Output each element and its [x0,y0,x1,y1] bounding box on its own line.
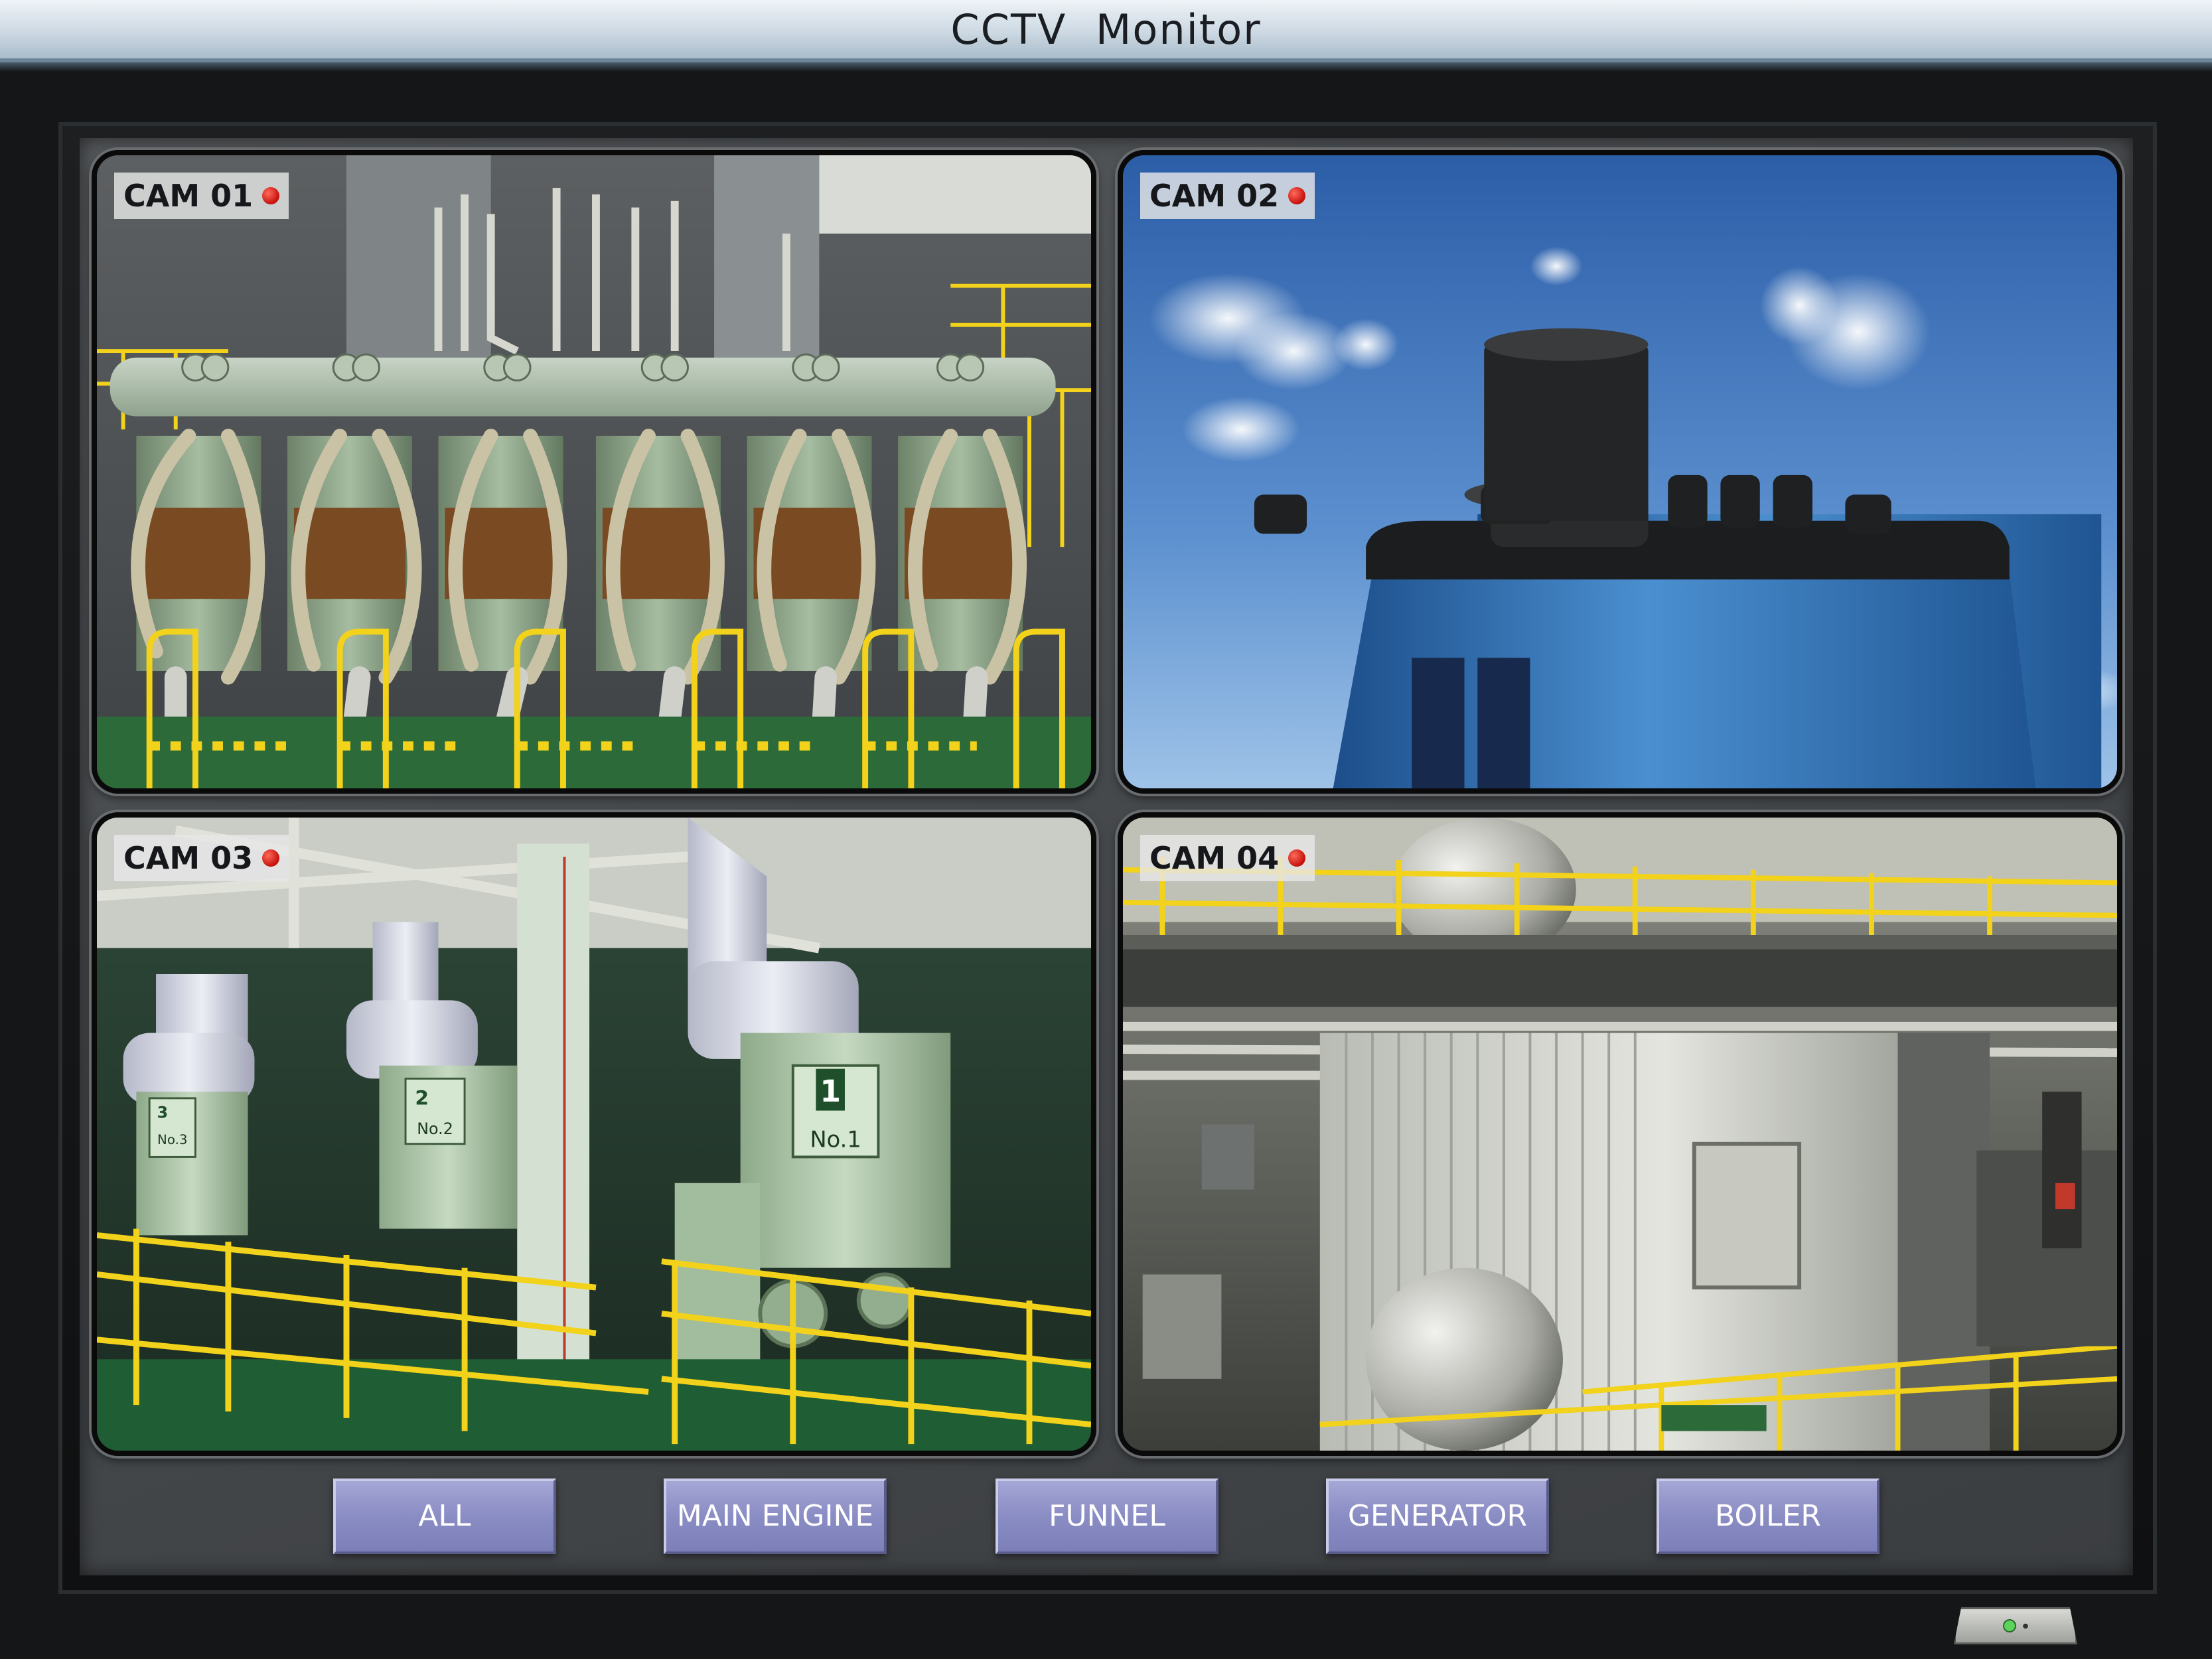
boiler-scene [1123,818,2117,1451]
camera-view-03[interactable]: 1 No.1 2 No.2 3 No.3 CAM 03 [92,812,1096,1456]
recording-indicator-icon [1288,187,1306,204]
camera-view-01[interactable]: CAM 01 [92,150,1096,794]
recording-indicator-icon [262,849,280,867]
main-engine-button[interactable]: MAIN ENGINE [664,1479,887,1554]
generator-2-name: No.2 [417,1119,453,1138]
generator-button[interactable]: GENERATOR [1326,1479,1549,1554]
title-bar-shadow [0,62,2212,72]
camera-label-01: CAM 01 [114,173,289,219]
title-bar: CCTV Monitor [0,0,2212,62]
funnel-button[interactable]: FUNNEL [995,1479,1218,1554]
power-led-icon [2002,1619,2016,1632]
funnel-scene [1123,155,2117,788]
generator-3-name: No.3 [157,1132,187,1147]
generator-3-number: 3 [157,1103,169,1121]
camera-view-04[interactable]: CAM 04 [1118,812,2122,1456]
camera-label-text: CAM 01 [123,178,254,214]
camera-label-04: CAM 04 [1140,835,1315,881]
generator-1-name: No.1 [810,1127,861,1153]
main-engine-scene [97,155,1091,788]
generator-2-number: 2 [415,1087,429,1110]
generator-scene: 1 No.1 2 No.2 3 No.3 [97,818,1091,1451]
camera-view-02[interactable]: CAM 02 [1118,150,2122,794]
boiler-button[interactable]: BOILER [1657,1479,1880,1554]
all-cameras-button[interactable]: ALL [333,1479,556,1554]
camera-label-text: CAM 02 [1149,178,1280,214]
power-label-icon: ● [2022,1622,2029,1630]
window-title: CCTV Monitor [950,5,1262,54]
recording-indicator-icon [262,187,280,204]
camera-label-02: CAM 02 [1140,173,1315,219]
generator-1-number: 1 [820,1074,841,1109]
camera-label-03: CAM 03 [114,835,289,881]
camera-label-text: CAM 03 [123,840,254,876]
recording-indicator-icon [1288,849,1306,867]
camera-label-text: CAM 04 [1149,840,1280,876]
power-switch[interactable]: ● [1954,1607,2077,1644]
